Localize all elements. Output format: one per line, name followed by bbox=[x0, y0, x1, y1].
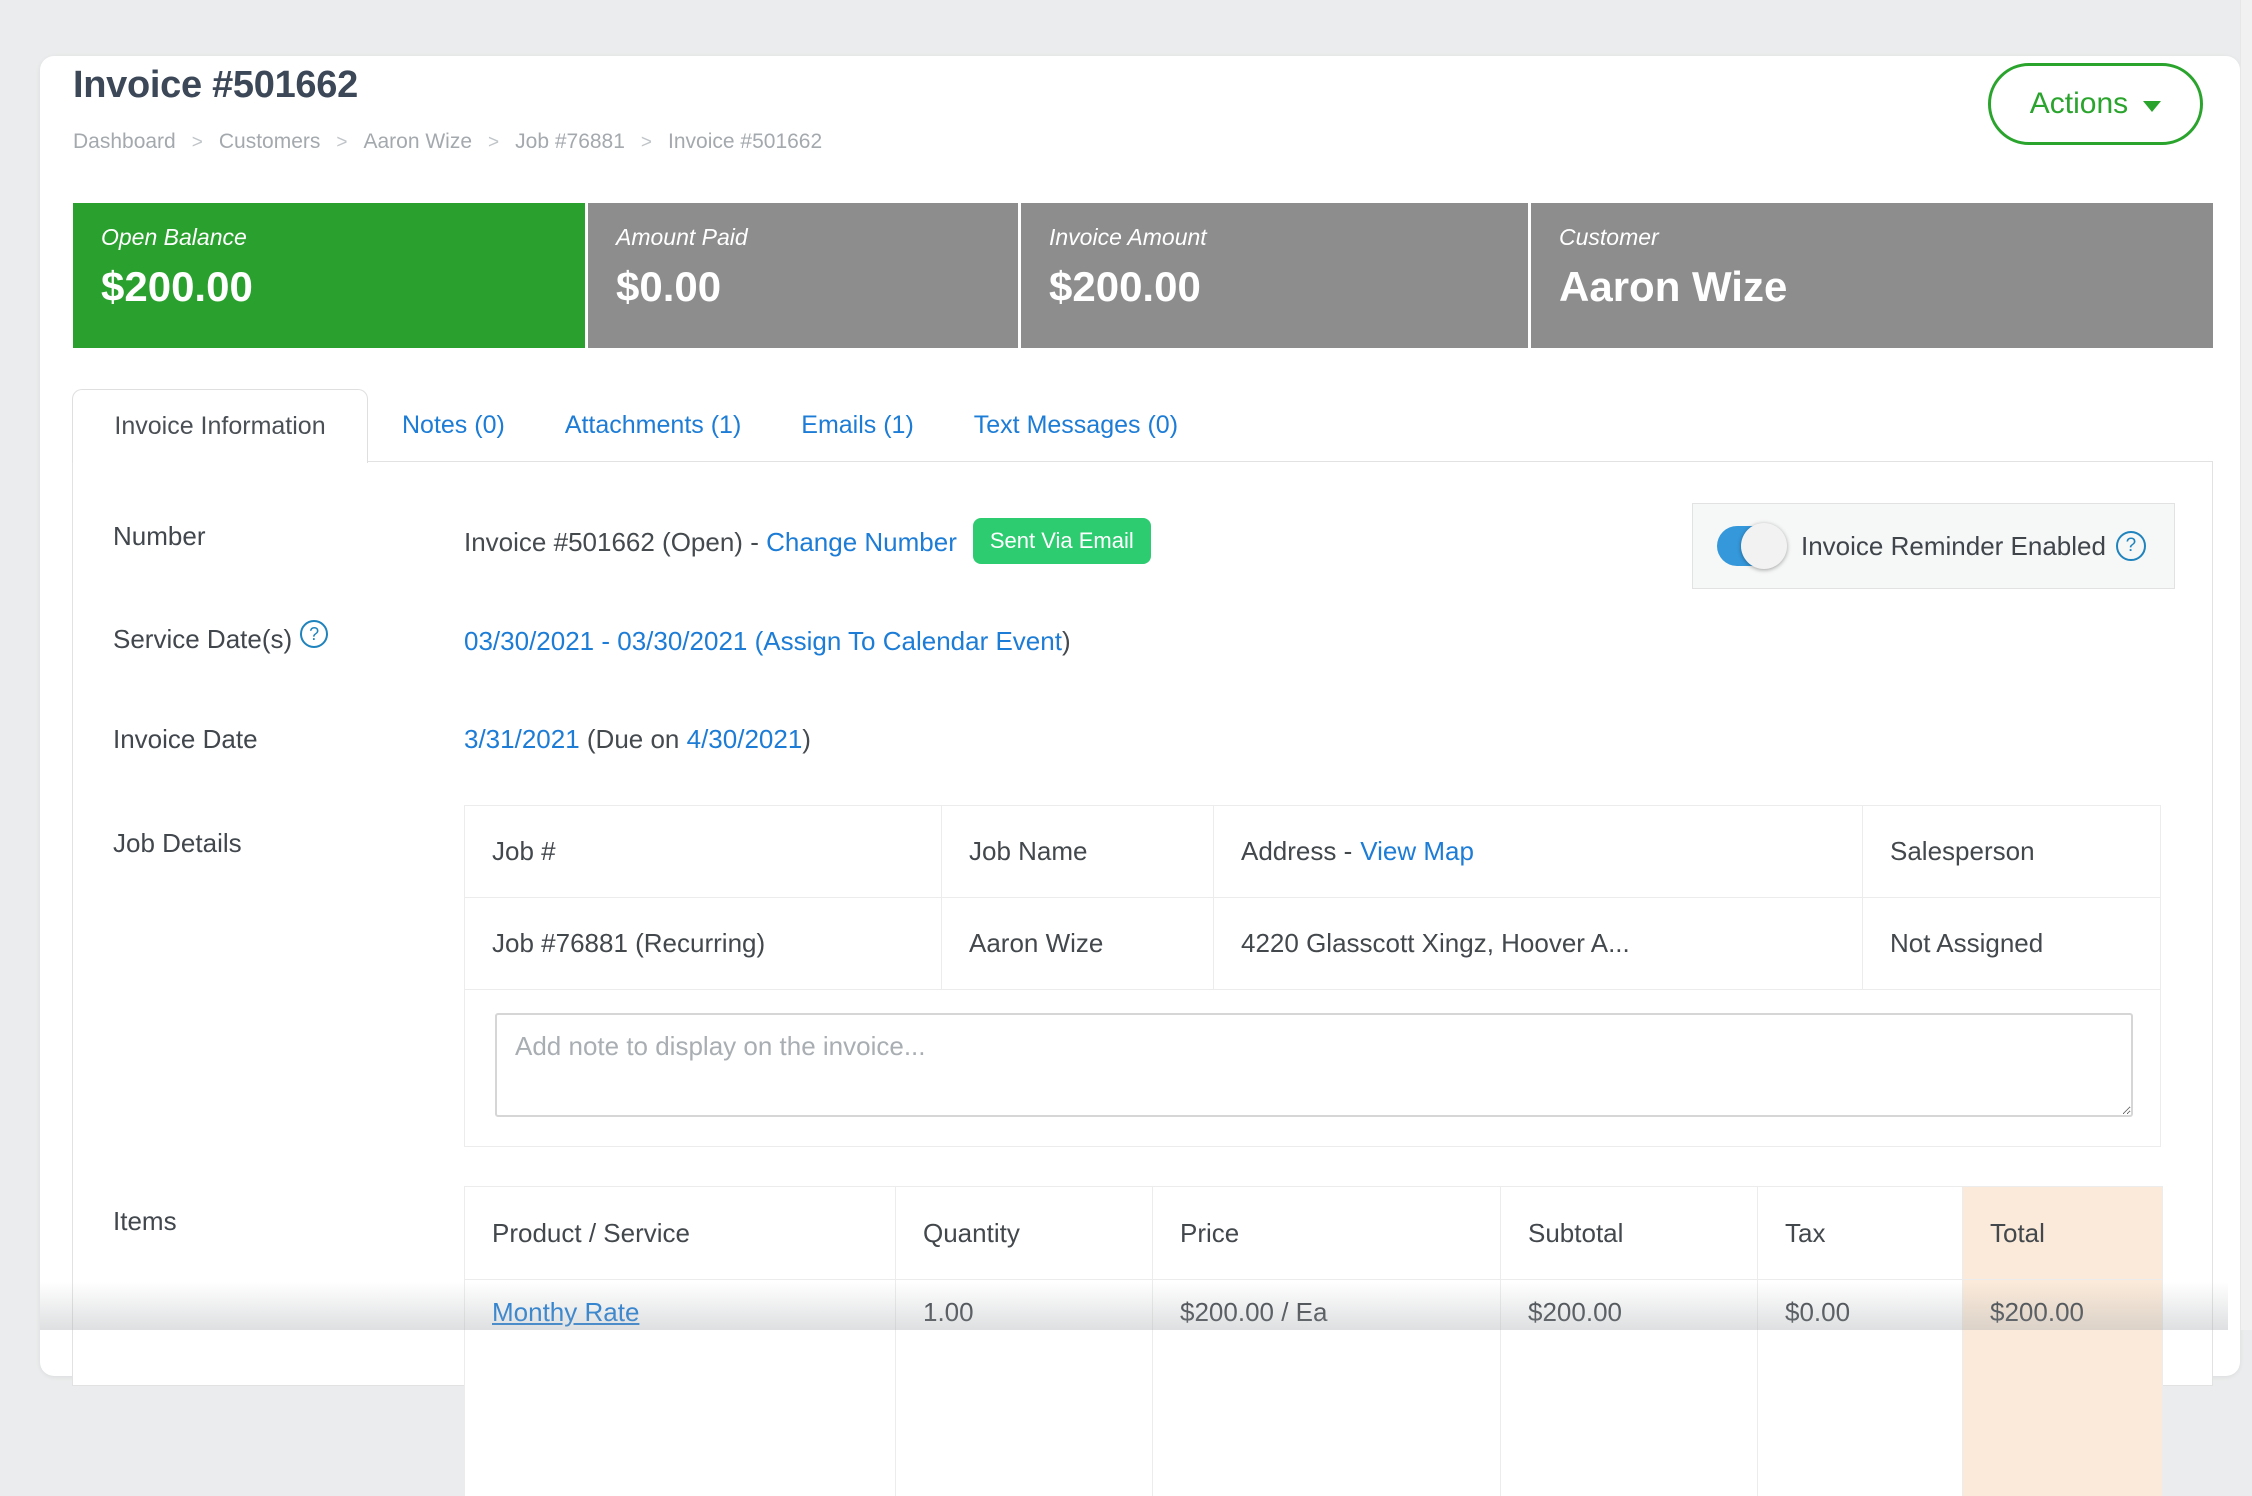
salesperson-header: Salesperson bbox=[1863, 806, 2160, 897]
breadcrumb-dashboard[interactable]: Dashboard bbox=[73, 130, 176, 153]
stat-value: Aaron Wize bbox=[1559, 263, 2213, 311]
help-icon[interactable]: ? bbox=[300, 620, 328, 648]
stat-value: $200.00 bbox=[1049, 263, 1528, 311]
product-cell: Monthy Rate bbox=[465, 1280, 896, 1496]
tab-notes[interactable]: Notes (0) bbox=[402, 411, 505, 440]
breadcrumb-current-invoice: Invoice #501662 bbox=[668, 130, 822, 153]
item-row: Monthy Rate 1.00 $200.00 / Ea $200.00 $0… bbox=[465, 1280, 2162, 1496]
invoice-note-input[interactable] bbox=[495, 1013, 2133, 1117]
sent-via-email-badge: Sent Via Email bbox=[973, 518, 1151, 564]
subtotal-header: Subtotal bbox=[1501, 1187, 1758, 1279]
quantity-cell: 1.00 bbox=[896, 1280, 1153, 1496]
items-header-row: Product / Service Quantity Price Subtota… bbox=[465, 1187, 2162, 1280]
stat-invoice-amount: Invoice Amount $200.00 bbox=[1021, 203, 1528, 348]
service-dates-value: 03/30/2021 - 03/30/2021 (Assign To Calen… bbox=[464, 626, 1071, 657]
summary-stats-bar: Open Balance $200.00 Amount Paid $0.00 I… bbox=[73, 203, 2213, 348]
due-on-text: (Due on bbox=[580, 724, 687, 754]
tab-bar: Invoice Information Notes (0) Attachment… bbox=[72, 388, 1178, 462]
help-icon[interactable]: ? bbox=[2116, 531, 2146, 561]
invoice-card: Invoice #501662 Dashboard > Customers > Aaro… bbox=[40, 56, 2240, 1376]
breadcrumb-separator: > bbox=[641, 132, 652, 153]
breadcrumb-separator: > bbox=[488, 132, 499, 153]
invoice-information-panel: Number Invoice #501662 (Open) - Change N… bbox=[72, 461, 2213, 1386]
price-cell: $200.00 / Ea bbox=[1153, 1280, 1501, 1496]
breadcrumb-customer-name[interactable]: Aaron Wize bbox=[363, 130, 472, 153]
total-header: Total bbox=[1963, 1187, 2162, 1279]
stat-customer: Customer Aaron Wize bbox=[1531, 203, 2213, 348]
job-number-header: Job # bbox=[465, 806, 942, 897]
invoice-date-link[interactable]: 3/31/2021 bbox=[464, 724, 580, 754]
page-scrollbar[interactable] bbox=[2240, 0, 2252, 1330]
breadcrumb-separator: > bbox=[336, 132, 347, 153]
stat-label: Amount Paid bbox=[616, 224, 1018, 251]
toggle-knob bbox=[1741, 523, 1787, 569]
stat-label: Invoice Amount bbox=[1049, 224, 1528, 251]
caret-down-icon bbox=[2143, 101, 2161, 112]
invoice-note-area bbox=[465, 990, 2160, 1122]
tax-cell: $0.00 bbox=[1758, 1280, 1963, 1496]
stat-label: Open Balance bbox=[101, 224, 585, 251]
stat-value: $200.00 bbox=[101, 263, 585, 311]
page-title: Invoice #501662 bbox=[73, 64, 358, 107]
subtotal-cell: $200.00 bbox=[1501, 1280, 1758, 1496]
salesperson-cell: Not Assigned bbox=[1863, 898, 2160, 989]
invoice-number-text: Invoice #501662 (Open) - bbox=[464, 527, 766, 557]
price-header: Price bbox=[1153, 1187, 1501, 1279]
quantity-header: Quantity bbox=[896, 1187, 1153, 1279]
invoice-reminder-box: Invoice Reminder Enabled ? bbox=[1692, 503, 2175, 589]
tab-emails[interactable]: Emails (1) bbox=[801, 411, 914, 440]
close-paren-text: ) bbox=[1062, 626, 1071, 656]
breadcrumb-separator: > bbox=[192, 132, 203, 153]
breadcrumb-job[interactable]: Job #76881 bbox=[515, 130, 625, 153]
stat-amount-paid: Amount Paid $0.00 bbox=[588, 203, 1018, 348]
stat-label: Customer bbox=[1559, 224, 2213, 251]
close-paren-text: ) bbox=[802, 724, 811, 754]
invoice-date-label: Invoice Date bbox=[113, 724, 258, 755]
address-cell: 4220 Glasscott Xingz, Hoover A... bbox=[1214, 898, 1863, 989]
job-table-row: Job #76881 (Recurring) Aaron Wize 4220 G… bbox=[465, 898, 2160, 990]
items-table: Product / Service Quantity Price Subtota… bbox=[464, 1186, 2163, 1496]
actions-button-label: Actions bbox=[2030, 87, 2128, 121]
due-date-link[interactable]: 4/30/2021 bbox=[687, 724, 803, 754]
invoice-date-value: 3/31/2021 (Due on 4/30/2021) bbox=[464, 724, 811, 755]
tab-attachments[interactable]: Attachments (1) bbox=[565, 411, 741, 440]
tab-invoice-information[interactable]: Invoice Information bbox=[72, 389, 368, 463]
change-number-link[interactable]: Change Number bbox=[766, 527, 957, 557]
number-value: Invoice #501662 (Open) - Change Number Se… bbox=[464, 521, 1151, 567]
product-service-header: Product / Service bbox=[465, 1187, 896, 1279]
view-map-link[interactable]: View Map bbox=[1360, 836, 1474, 867]
job-name-cell: Aaron Wize bbox=[942, 898, 1214, 989]
invoice-reminder-label: Invoice Reminder Enabled bbox=[1801, 531, 2106, 562]
total-cell: $200.00 bbox=[1963, 1280, 2162, 1496]
product-link[interactable]: Monthy Rate bbox=[492, 1297, 639, 1328]
stat-value: $0.00 bbox=[616, 263, 1018, 311]
number-label: Number bbox=[113, 521, 205, 552]
breadcrumb: Dashboard > Customers > Aaron Wize > Job #7688… bbox=[73, 130, 822, 154]
service-date-range-link[interactable]: 03/30/2021 - 03/30/2021 bbox=[464, 626, 747, 656]
job-details-label: Job Details bbox=[113, 828, 242, 859]
service-dates-label: Service Date(s)? bbox=[113, 624, 328, 656]
address-header: Address - View Map bbox=[1214, 806, 1863, 897]
actions-button[interactable]: Actions bbox=[1988, 63, 2203, 145]
stat-open-balance: Open Balance $200.00 bbox=[73, 203, 585, 348]
breadcrumb-customers[interactable]: Customers bbox=[219, 130, 321, 153]
job-table-header-row: Job # Job Name Address - View Map Salesp… bbox=[465, 806, 2160, 898]
assign-to-calendar-link[interactable]: (Assign To Calendar Event bbox=[747, 626, 1062, 656]
job-details-table: Job # Job Name Address - View Map Salesp… bbox=[464, 805, 2161, 1147]
job-name-header: Job Name bbox=[942, 806, 1214, 897]
tax-header: Tax bbox=[1758, 1187, 1963, 1279]
job-number-cell: Job #76881 (Recurring) bbox=[465, 898, 942, 989]
items-label: Items bbox=[113, 1206, 177, 1237]
invoice-reminder-toggle[interactable] bbox=[1717, 526, 1783, 566]
tab-text-messages[interactable]: Text Messages (0) bbox=[974, 411, 1178, 440]
